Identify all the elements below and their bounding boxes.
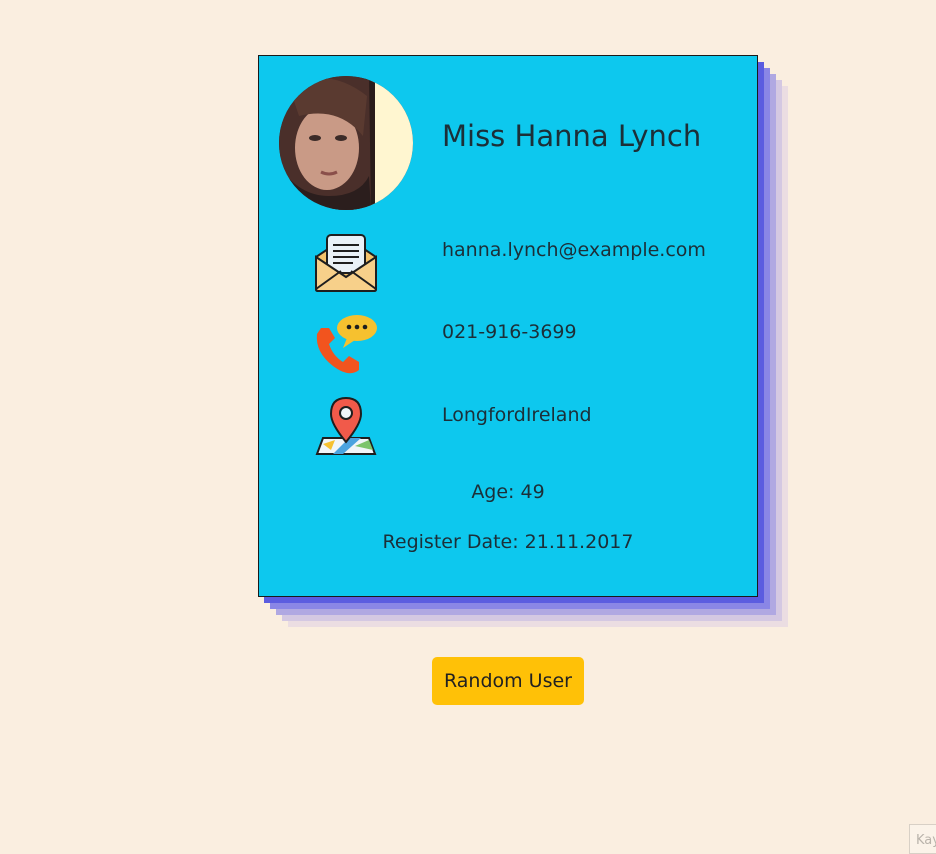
user-name: Miss Hanna Lynch xyxy=(442,119,702,153)
corner-badge: Kay xyxy=(909,824,936,854)
user-age: Age: 49 xyxy=(471,481,545,503)
map-pin-icon xyxy=(313,394,379,460)
phone-chat-icon xyxy=(313,312,379,378)
random-user-button[interactable]: Random User xyxy=(432,657,584,705)
envelope-icon xyxy=(313,229,379,295)
user-phone: 021-916-3699 xyxy=(442,321,577,343)
avatar xyxy=(279,76,413,210)
user-register-date: Register Date: 21.11.2017 xyxy=(382,531,634,553)
user-location: LongfordIreland xyxy=(442,404,592,426)
user-card: Miss Hanna Lynch hanna.lynch@example.com… xyxy=(258,55,758,597)
user-email: hanna.lynch@example.com xyxy=(442,239,706,261)
avatar-photo xyxy=(279,76,413,210)
